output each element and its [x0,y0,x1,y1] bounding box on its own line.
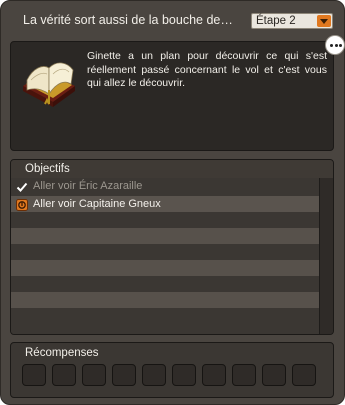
objective-row-empty [11,212,321,228]
objective-row-empty [11,244,321,260]
rewards-panel: Récompenses [10,342,334,398]
reward-slot[interactable] [22,364,46,386]
orange-marker-icon [16,198,28,211]
more-options-button[interactable] [325,35,345,55]
objective-label: Aller voir Éric Azaraille [33,180,143,192]
objectives-scrollbar[interactable] [319,178,333,334]
quest-description-panel: Ginette a un plan pour découvrir ce qui … [10,41,334,151]
chevron-down-icon[interactable] [317,15,331,27]
objective-row[interactable]: Aller voir Capitaine Gneux [11,196,321,212]
objective-row-empty [11,260,321,276]
quest-window: La vérité sort aussi de la bouche des a.… [0,0,345,405]
reward-slot[interactable] [82,364,106,386]
open-book-icon [19,50,79,110]
objectives-title: Objectifs [25,163,70,175]
objective-row-empty [11,228,321,244]
rewards-title: Récompenses [25,347,99,359]
step-dropdown-value: Étape 2 [256,15,296,27]
reward-slot[interactable] [202,364,226,386]
checkmark-icon [16,180,28,192]
reward-slot[interactable] [52,364,76,386]
objective-row-empty [11,308,321,334]
reward-slot[interactable] [292,364,316,386]
reward-slot[interactable] [262,364,286,386]
quest-description-text: Ginette a un plan pour découvrir ce qui … [87,50,327,89]
reward-slot[interactable] [172,364,196,386]
reward-slot[interactable] [232,364,256,386]
objective-label: Aller voir Capitaine Gneux [33,198,161,210]
step-dropdown[interactable]: Étape 2 [251,13,333,29]
objective-row-empty [11,276,321,292]
objective-row-empty [11,292,321,308]
quest-title: La vérité sort aussi de la bouche des a.… [23,13,235,27]
reward-slot[interactable] [112,364,136,386]
objectives-panel: Objectifs Aller voir Éric Azaraille Alle… [10,159,334,335]
objectives-header: Objectifs [11,160,333,178]
objective-row[interactable]: Aller voir Éric Azaraille [11,178,321,194]
reward-slot[interactable] [142,364,166,386]
